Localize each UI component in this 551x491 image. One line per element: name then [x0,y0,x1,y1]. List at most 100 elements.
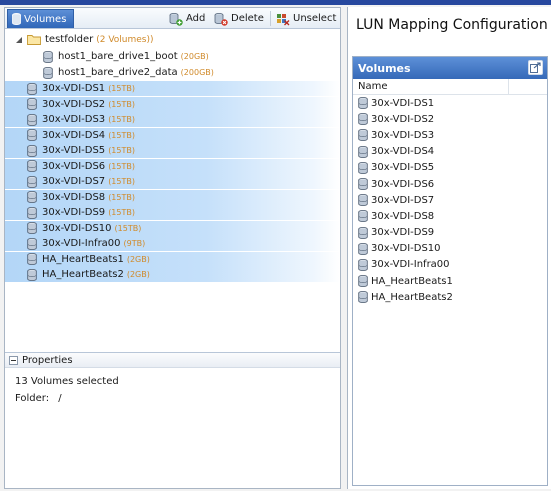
tree-item[interactable]: host1_bare_drive2_data (200GB) [43,65,214,80]
tree-item[interactable]: host1_bare_drive1_boot (20GB) [43,49,209,64]
selection-summary: 13 Volumes selected [15,376,119,387]
volume-size: (15TB) [108,84,135,93]
database-icon [27,253,37,265]
volume-name: 30x-VDI-DS9 [42,207,106,218]
volume-name: 30x-VDI-DS5 [42,145,106,156]
tree-volume-item[interactable]: 30x-VDI-DS1 (15TB) [5,81,340,96]
export-button[interactable] [528,60,543,75]
properties-header[interactable]: Properties [5,352,340,368]
tree-volume-item[interactable]: 30x-VDI-DS7 (15TB) [5,174,340,189]
lun-volumes-title: Volumes [358,61,411,75]
lun-volume-row[interactable]: HA_HeartBeats2 [353,289,547,305]
lun-mapping-panel: LUN Mapping Configuration Volumes Name 3… [347,7,551,489]
database-icon [358,210,368,223]
tab-volumes[interactable]: Volumes [7,9,74,28]
database-icon [358,275,368,288]
folder-value: / [58,393,62,404]
volume-size: (2GB) [126,270,150,279]
lun-volume-name: HA_HeartBeats2 [371,291,453,303]
lun-volume-row[interactable]: 30x-VDI-DS4 [353,144,547,160]
database-icon [358,242,368,255]
lun-volume-row[interactable]: 30x-VDI-DS3 [353,127,547,143]
tree-volume-item[interactable]: 30x-VDI-DS9 (15TB) [5,205,340,220]
lun-volume-name: 30x-VDI-DS5 [371,162,435,174]
database-icon [358,258,368,271]
lun-volume-row[interactable]: 30x-VDI-DS10 [353,241,547,257]
tree-volume-item[interactable]: 30x-VDI-DS10 (15TB) [5,220,340,236]
tab-volumes-label: Volumes [24,13,67,25]
lun-volume-row[interactable]: 30x-VDI-DS2 [353,111,547,127]
lun-volume-name: 30x-VDI-DS9 [371,227,435,239]
lun-volume-name: 30x-VDI-DS6 [371,178,435,190]
tree-volume-item[interactable]: 30x-VDI-DS5 (15TB) [5,143,340,158]
tree-volume-item[interactable]: 30x-VDI-Infra00 (9TB) [5,236,340,251]
expand-triangle-icon[interactable] [15,36,23,44]
volume-size: (15TB) [114,223,142,233]
database-icon [27,206,37,219]
lun-volume-name: 30x-VDI-Infra00 [371,259,450,271]
volume-size: (15TB) [108,130,135,140]
volume-size: (15TB) [108,208,135,217]
database-icon [27,222,37,234]
delete-button[interactable]: Delete [214,10,264,27]
database-icon [27,98,37,110]
lun-volume-name: 30x-VDI-DS10 [371,243,441,255]
lun-volume-name: 30x-VDI-DS3 [371,129,435,141]
database-icon [358,145,368,158]
database-icon [358,178,368,191]
unselect-icon [277,13,290,25]
database-icon [27,237,37,250]
lun-volume-name: 30x-VDI-DS4 [371,146,435,158]
volume-tree: testfolder (2 Volumes)) host1_bare_drive… [5,30,340,352]
volume-size: (20GB) [180,52,209,61]
volume-name: host1_bare_drive2_data [58,67,178,78]
lun-volume-name: HA_HeartBeats1 [371,275,453,287]
volume-size: (15TB) [108,146,135,155]
lun-volume-row[interactable]: 30x-VDI-DS9 [353,225,547,241]
collapse-icon[interactable] [9,355,18,365]
tree-volume-item[interactable]: HA_HeartBeats1 (2GB) [5,251,340,267]
database-icon [358,113,368,126]
database-icon [27,160,37,172]
database-icon [27,268,37,281]
top-accent-bar [0,0,551,5]
delete-volume-icon [214,12,228,26]
lun-volume-row[interactable]: 30x-VDI-DS6 [353,176,547,192]
unselect-button[interactable]: Unselect [276,10,336,27]
lun-volume-name: 30x-VDI-DS8 [371,210,435,222]
volume-name: host1_bare_drive1_boot [58,51,178,62]
volume-name: 30x-VDI-DS4 [42,129,106,141]
column-name-label: Name [358,81,388,92]
volume-name: 30x-VDI-DS8 [42,191,106,203]
tree-volume-item[interactable]: 30x-VDI-DS3 (15TB) [5,112,340,127]
tree-folder-testfolder[interactable]: testfolder (2 Volumes)) [15,32,154,47]
database-icon [358,161,368,174]
lun-volume-name: 30x-VDI-DS7 [371,194,435,206]
column-divider [508,79,509,95]
database-icon [27,191,37,203]
lun-volume-row[interactable]: 30x-VDI-DS1 [353,95,547,111]
add-button-label: Add [186,13,206,24]
tree-volume-item[interactable]: 30x-VDI-DS6 (15TB) [5,158,340,174]
database-icon [43,50,53,63]
tree-volume-item[interactable]: HA_HeartBeats2 (2GB) [5,267,340,282]
lun-volumes-header: Volumes [353,57,547,79]
lun-volume-row[interactable]: 30x-VDI-DS5 [353,160,547,176]
lun-volume-row[interactable]: 30x-VDI-DS7 [353,192,547,208]
folder-count: (2 Volumes)) [96,34,154,45]
column-header-name[interactable]: Name [353,79,547,95]
volume-name: HA_HeartBeats1 [42,253,124,265]
volume-size: (15TB) [108,115,135,124]
tree-volume-item[interactable]: 30x-VDI-DS8 (15TB) [5,189,340,205]
tree-volume-item[interactable]: 30x-VDI-DS2 (15TB) [5,96,340,112]
database-icon [358,97,368,110]
lun-volume-row[interactable]: HA_HeartBeats1 [353,273,547,289]
database-icon [27,175,37,188]
folder-line: Folder: / [15,390,330,407]
folder-icon [27,35,41,45]
add-button[interactable]: Add [169,10,205,27]
lun-volume-row[interactable]: 30x-VDI-Infra00 [353,257,547,273]
database-icon [27,129,37,141]
tree-volume-item[interactable]: 30x-VDI-DS4 (15TB) [5,127,340,143]
lun-volume-row[interactable]: 30x-VDI-DS8 [353,208,547,224]
